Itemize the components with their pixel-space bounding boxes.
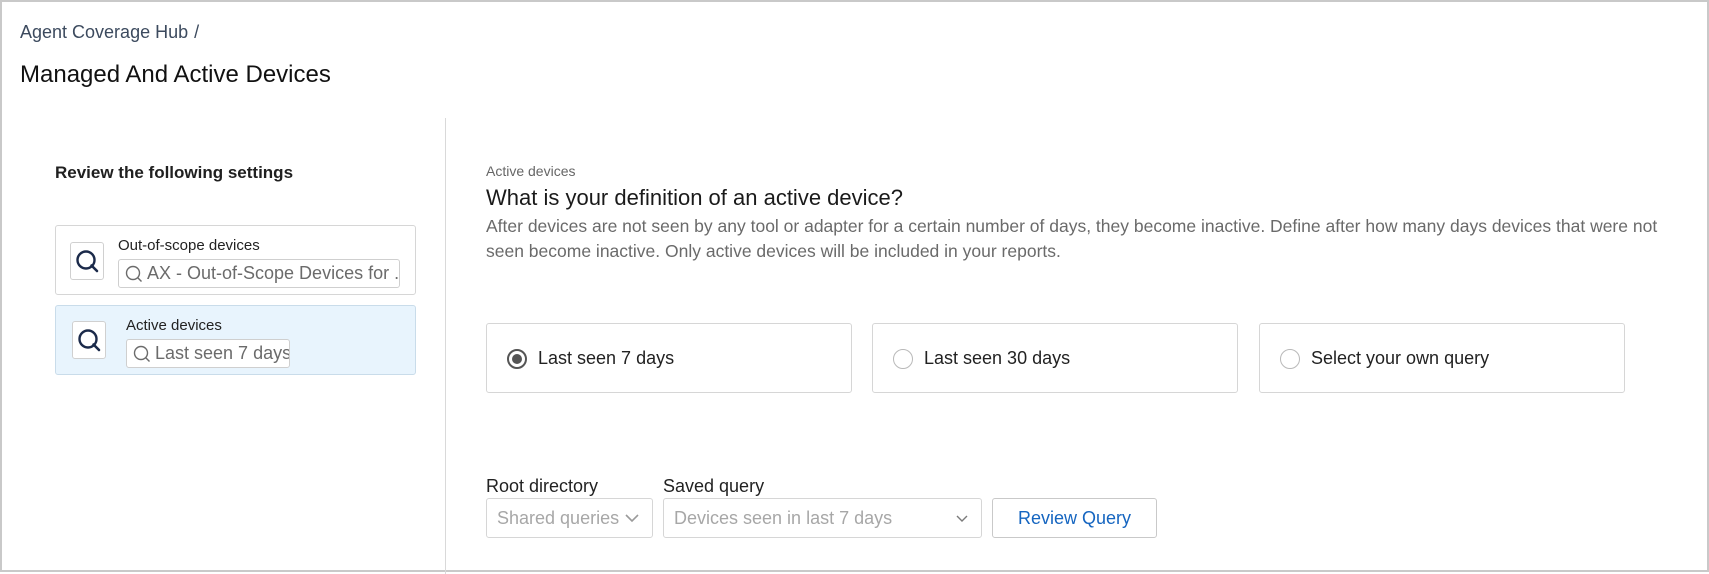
- breadcrumb-separator: /: [194, 22, 200, 42]
- page-title: Managed And Active Devices: [20, 61, 331, 88]
- query-chip-icon: [133, 345, 150, 362]
- radio-button-checked[interactable]: [507, 349, 527, 369]
- root-directory-value: Shared queries: [497, 507, 620, 528]
- app-window: Agent Coverage Hub / Managed And Active …: [0, 0, 1709, 574]
- saved-query-label: Saved query: [663, 476, 765, 496]
- setting-card-query-chip[interactable]: AX - Out-of-Scope Devices for ...: [118, 259, 400, 288]
- radio-button[interactable]: [893, 349, 913, 369]
- chevron-down-icon: [625, 514, 639, 523]
- setting-card-label: Active devices: [126, 317, 222, 334]
- setting-card-query-chip[interactable]: Last seen 7 days: [126, 339, 290, 368]
- root-directory-select[interactable]: Shared queries: [486, 498, 653, 538]
- chevron-down-icon: [956, 515, 968, 522]
- query-icon: [72, 321, 106, 359]
- query-chip-text: AX - Out-of-Scope Devices for ...: [147, 263, 400, 283]
- saved-query-value: Devices seen in last 7 days: [674, 507, 893, 528]
- saved-query-select[interactable]: Devices seen in last 7 days: [663, 498, 982, 538]
- query-icon: [70, 242, 104, 280]
- setting-card-active-devices[interactable]: Active devices Last seen 7 days: [55, 305, 416, 375]
- panel-divider: [445, 118, 446, 574]
- breadcrumb: Agent Coverage Hub /: [20, 22, 199, 43]
- review-query-button[interactable]: Review Query: [992, 498, 1157, 538]
- option-label: Last seen 7 days: [538, 348, 675, 368]
- setting-card-out-of-scope[interactable]: Out-of-scope devices AX - Out-of-Scope D…: [55, 225, 416, 295]
- option-label: Last seen 30 days: [924, 348, 1071, 368]
- setting-card-label: Out-of-scope devices: [118, 237, 260, 254]
- section-eyebrow: Active devices: [486, 163, 576, 179]
- root-directory-label: Root directory: [486, 476, 599, 496]
- section-description: After devices are not seen by any tool o…: [486, 216, 1658, 261]
- query-chip-icon: [125, 265, 142, 282]
- radio-button[interactable]: [1280, 349, 1300, 369]
- option-last-seen-7-days[interactable]: Last seen 7 days: [486, 323, 852, 393]
- breadcrumb-parent-link[interactable]: Agent Coverage Hub: [20, 22, 188, 43]
- sidebar-title: Review the following settings: [55, 163, 294, 182]
- query-chip-text: Last seen 7 days: [155, 343, 290, 363]
- option-select-own-query[interactable]: Select your own query: [1259, 323, 1625, 393]
- section-title: What is your definition of an active dev…: [486, 185, 904, 210]
- option-label: Select your own query: [1311, 348, 1490, 368]
- option-last-seen-30-days[interactable]: Last seen 30 days: [872, 323, 1238, 393]
